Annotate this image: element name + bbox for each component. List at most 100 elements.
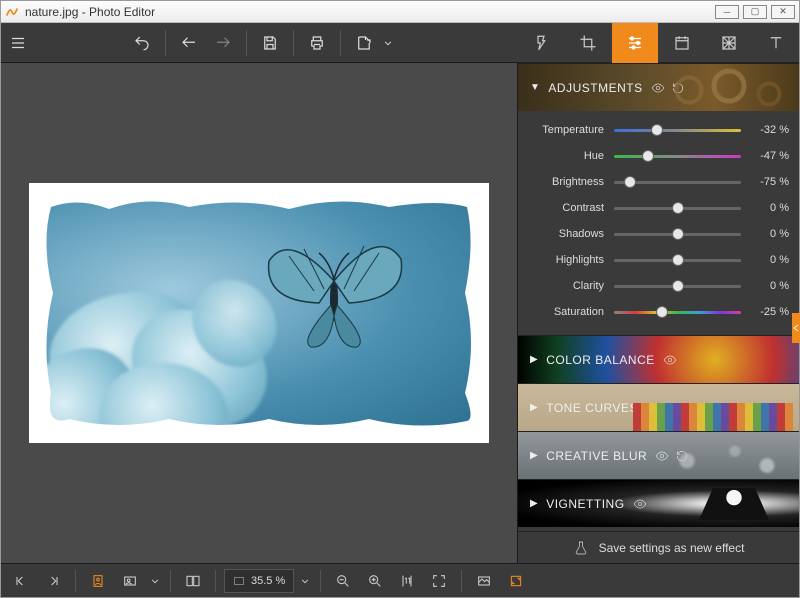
undo-all-button[interactable] <box>125 23 159 63</box>
slider-value-hue: -47 % <box>741 150 789 162</box>
slider-row-contrast: Contrast 0 % <box>518 195 799 221</box>
slider-value-shadows: 0 % <box>741 228 789 240</box>
tab-texture[interactable] <box>705 23 752 63</box>
slider-contrast[interactable] <box>614 200 741 216</box>
slider-row-clarity: Clarity 0 % <box>518 273 799 299</box>
window-maximize-button[interactable]: ▢ <box>743 5 767 19</box>
slider-value-saturation: -25 % <box>741 306 789 318</box>
canvas-area[interactable] <box>1 63 517 563</box>
slider-label-clarity: Clarity <box>518 280 614 292</box>
save-as-effect-button[interactable]: Save settings as new effect <box>518 531 799 563</box>
section-tone-curves-header[interactable]: ▶ TONE CURVES <box>518 383 799 431</box>
eye-icon[interactable] <box>651 81 665 95</box>
app-icon <box>5 5 19 19</box>
slider-value-brightness: -75 % <box>741 176 789 188</box>
chevron-down-icon: ▼ <box>530 82 540 93</box>
slider-label-saturation: Saturation <box>518 306 614 318</box>
eye-icon[interactable] <box>646 401 660 415</box>
titlebar: nature.jpg - Photo Editor ─ ▢ ✕ <box>1 1 799 23</box>
slider-row-brightness: Brightness -75 % <box>518 169 799 195</box>
section-adjustments-header[interactable]: ▼ ADJUSTMENTS <box>518 63 799 111</box>
reset-icon[interactable] <box>675 449 689 463</box>
section-vignetting-label: VIGNETTING <box>546 497 624 511</box>
flask-icon <box>573 540 589 556</box>
chevron-right-icon: ▶ <box>530 354 538 365</box>
slider-value-clarity: 0 % <box>741 280 789 292</box>
tab-crop[interactable] <box>565 23 612 63</box>
slider-brightness[interactable] <box>614 174 741 190</box>
redo-button[interactable] <box>206 23 240 63</box>
window-minimize-button[interactable]: ─ <box>715 5 739 19</box>
zoom-out-button[interactable] <box>329 568 357 594</box>
zoom-in-button[interactable] <box>361 568 389 594</box>
eye-icon[interactable] <box>655 449 669 463</box>
slider-value-contrast: 0 % <box>741 202 789 214</box>
slider-value-highlights: 0 % <box>741 254 789 266</box>
slider-label-contrast: Contrast <box>518 202 614 214</box>
section-adjustments-label: ADJUSTMENTS <box>548 81 642 95</box>
slider-label-brightness: Brightness <box>518 176 614 188</box>
zoom-value: 35.5 % <box>251 575 285 587</box>
zoom-actual-button[interactable] <box>393 568 421 594</box>
slider-row-temperature: Temperature -32 % <box>518 117 799 143</box>
chevron-right-icon: ▶ <box>530 498 538 509</box>
photo-frame <box>29 183 489 443</box>
zoom-dropdown[interactable] <box>298 568 312 594</box>
section-creative-blur-label: CREATIVE BLUR <box>546 449 647 463</box>
save-button[interactable] <box>253 23 287 63</box>
undo-button[interactable] <box>172 23 206 63</box>
compare-button[interactable] <box>179 568 207 594</box>
menu-button[interactable] <box>1 23 35 63</box>
slider-shadows[interactable] <box>614 226 741 242</box>
adjustments-body: Temperature -32 % Hue -47 % Brightness -75 % C… <box>518 111 799 335</box>
portrait-mode-button[interactable] <box>84 568 112 594</box>
navigator-button[interactable] <box>470 568 498 594</box>
landscape-dropdown[interactable] <box>148 568 162 594</box>
section-creative-blur-header[interactable]: ▶ CREATIVE BLUR <box>518 431 799 479</box>
side-panel: ▼ ADJUSTMENTS Temperature -32 % Hue -47 % Br… <box>517 63 799 563</box>
slider-row-saturation: Saturation -25 % <box>518 299 799 325</box>
image-icon <box>233 575 245 587</box>
reset-icon[interactable] <box>671 81 685 95</box>
bottom-toolbar: 35.5 % <box>1 563 799 597</box>
slider-label-hue: Hue <box>518 150 614 162</box>
zoom-fit-button[interactable] <box>425 568 453 594</box>
section-color-balance-label: COLOR BALANCE <box>546 353 655 367</box>
window-close-button[interactable]: ✕ <box>771 5 795 19</box>
eye-icon[interactable] <box>663 353 677 367</box>
prev-image-button[interactable] <box>7 568 35 594</box>
slider-value-temperature: -32 % <box>741 124 789 136</box>
section-vignetting-header[interactable]: ▶ VIGNETTING <box>518 479 799 527</box>
tab-calendar[interactable] <box>658 23 705 63</box>
slider-label-highlights: Highlights <box>518 254 614 266</box>
photo-image <box>39 193 479 433</box>
section-color-balance-header[interactable]: ▶ COLOR BALANCE <box>518 335 799 383</box>
slider-temperature[interactable] <box>614 122 741 138</box>
slider-row-hue: Hue -47 % <box>518 143 799 169</box>
landscape-mode-button[interactable] <box>116 568 144 594</box>
slider-row-highlights: Highlights 0 % <box>518 247 799 273</box>
eye-icon[interactable] <box>633 497 647 511</box>
tab-text[interactable] <box>752 23 799 63</box>
tab-effects[interactable] <box>518 23 565 63</box>
chevron-right-icon: ▶ <box>530 450 538 461</box>
slider-clarity[interactable] <box>614 278 741 294</box>
slider-saturation[interactable] <box>614 304 741 320</box>
panel-expand-handle[interactable] <box>792 313 800 343</box>
chevron-right-icon: ▶ <box>530 402 538 413</box>
slider-hue[interactable] <box>614 148 741 164</box>
slider-label-shadows: Shadows <box>518 228 614 240</box>
slider-label-temperature: Temperature <box>518 124 614 136</box>
save-as-effect-label: Save settings as new effect <box>599 541 745 555</box>
zoom-level-display[interactable]: 35.5 % <box>224 569 294 593</box>
export-button[interactable] <box>347 23 381 63</box>
tab-adjustments[interactable] <box>612 23 659 63</box>
slider-highlights[interactable] <box>614 252 741 268</box>
section-tone-curves-label: TONE CURVES <box>546 401 638 415</box>
fullscreen-button[interactable] <box>502 568 530 594</box>
slider-row-shadows: Shadows 0 % <box>518 221 799 247</box>
next-image-button[interactable] <box>39 568 67 594</box>
export-dropdown[interactable] <box>381 23 395 63</box>
print-button[interactable] <box>300 23 334 63</box>
tool-tabs <box>518 23 799 63</box>
